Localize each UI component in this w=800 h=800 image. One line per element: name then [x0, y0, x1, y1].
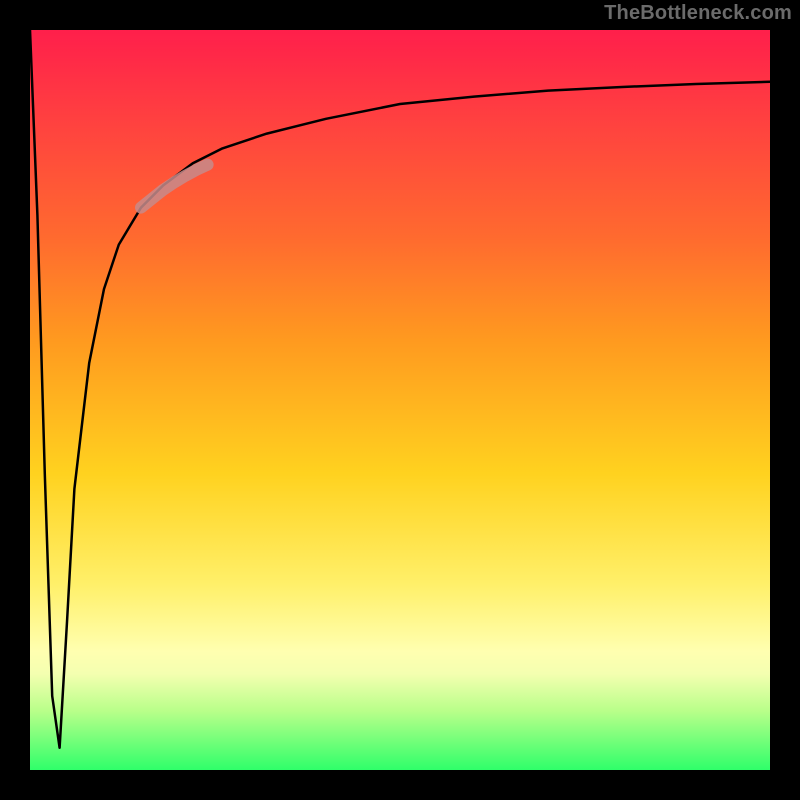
plot-area: [30, 30, 770, 770]
watermark-text: TheBottleneck.com: [604, 2, 792, 25]
chart-frame: TheBottleneck.com: [0, 0, 800, 800]
bottleneck-curve: [30, 30, 770, 748]
highlight-segment: [141, 165, 208, 208]
curve-layer: [30, 30, 770, 770]
